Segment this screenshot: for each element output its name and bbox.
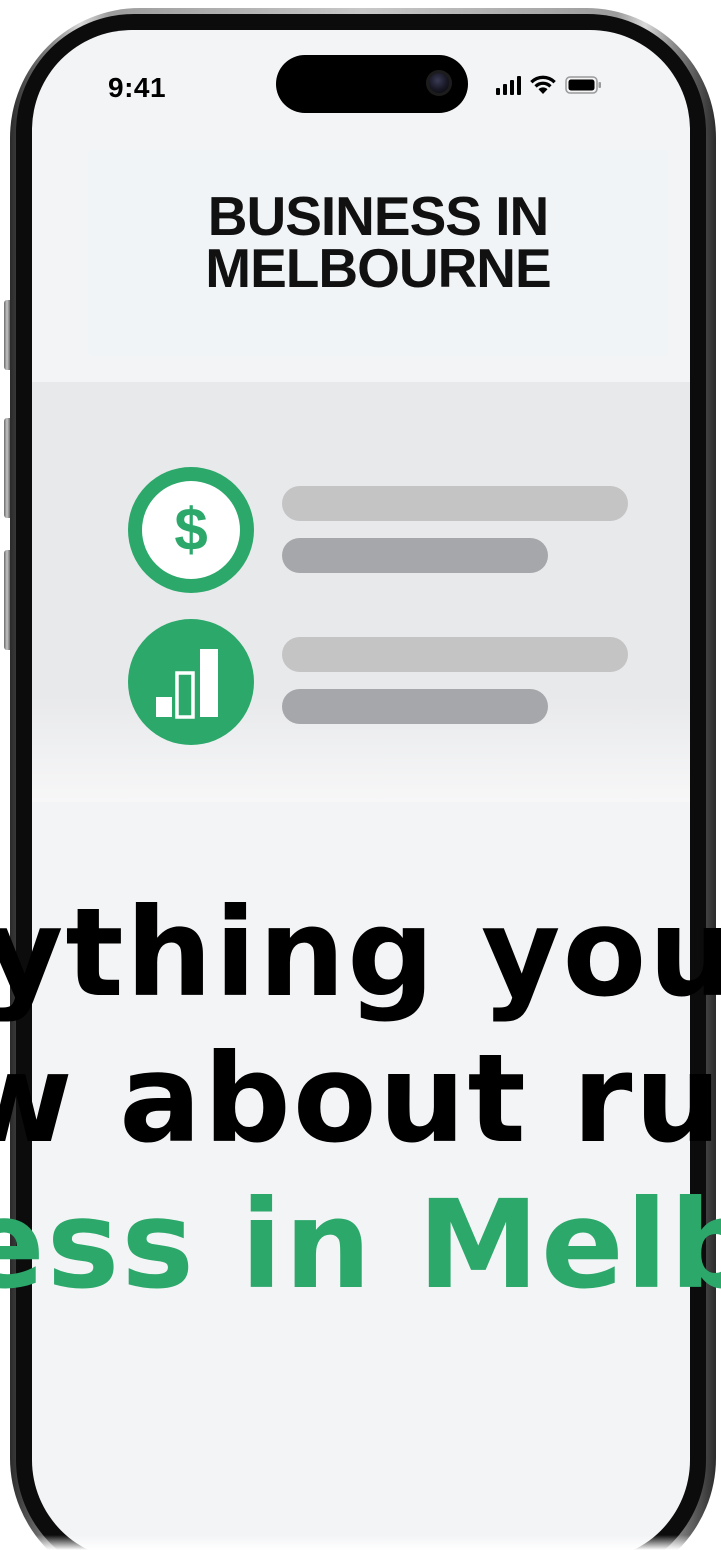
bar-chart-glyph [156,649,218,719]
hero-line-1: ything you [0,882,721,1024]
dynamic-island [276,55,468,113]
hero-line-3: ess in Melb [0,1174,721,1316]
bar-chart-icon [128,619,254,745]
signal-icon [496,75,521,95]
volume-up-button [4,418,10,518]
volume-down-button [4,550,10,650]
camera-icon [426,70,452,96]
dollar-glyph: $ [174,496,208,563]
action-button [4,300,10,370]
stage: 9:41 BUSINESS IN MELBOURNE $ ything you … [0,0,721,1550]
status-time: 9:41 [108,72,167,103]
hero-line-2: w about rur [0,1028,721,1170]
battery-icon [565,76,601,94]
bottom-edge [0,1535,721,1550]
placeholder-line [282,689,548,724]
wifi-icon [530,75,556,94]
status-icons [496,74,603,95]
page-title: BUSINESS IN MELBOURNE [205,185,551,299]
placeholder-line [282,637,628,672]
placeholder-line [282,538,548,573]
dollar-icon-inner: $ [142,481,240,579]
placeholder-line [282,486,628,521]
dollar-icon: $ [128,467,254,593]
header-card: BUSINESS IN MELBOURNE [88,150,668,356]
